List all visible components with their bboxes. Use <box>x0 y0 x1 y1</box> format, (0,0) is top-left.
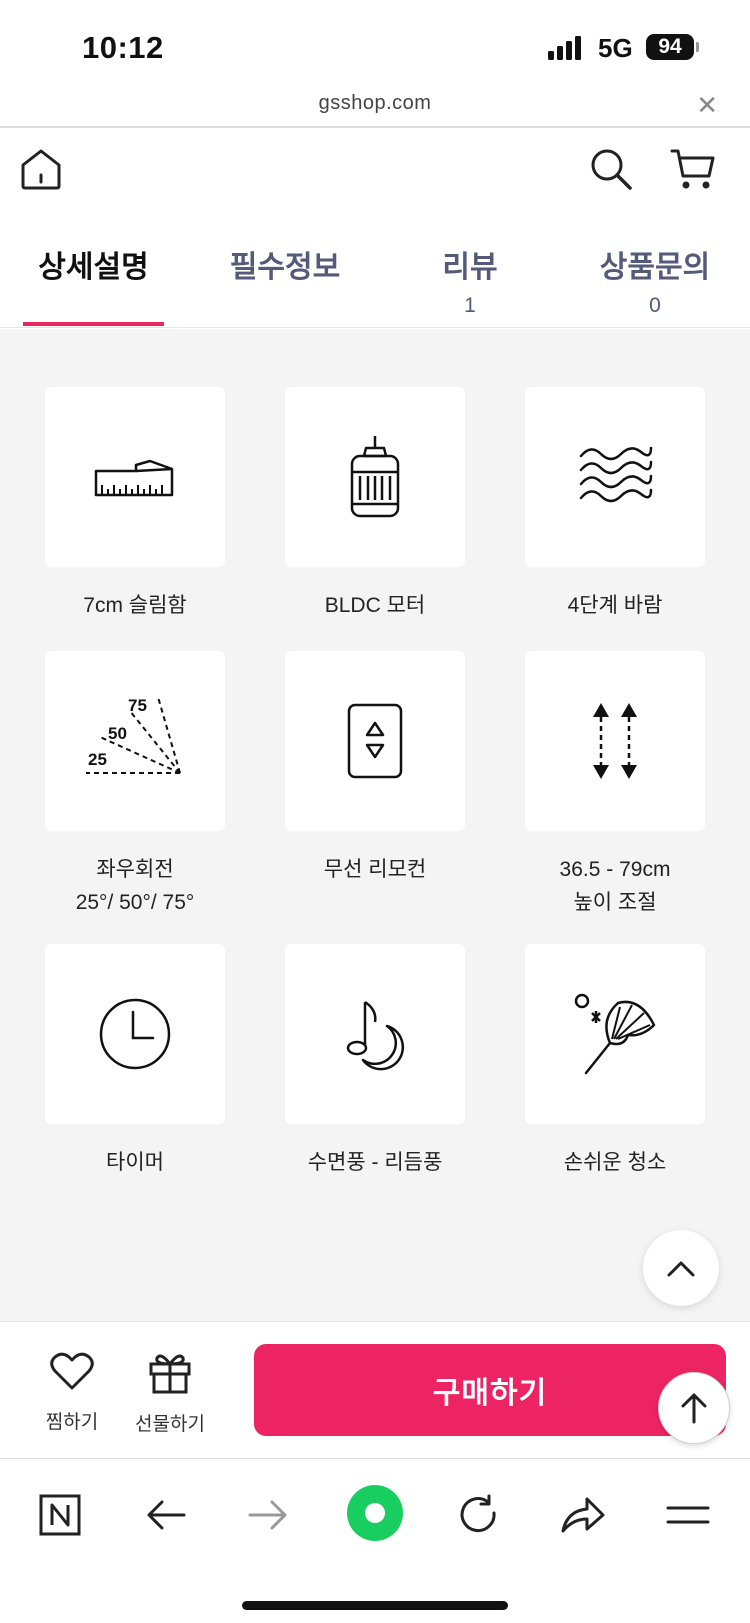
heart-icon <box>50 1352 94 1390</box>
feature-item: 25 50 75 좌우회전 25°/ 50°/ 75° <box>15 651 255 919</box>
share-icon[interactable] <box>555 1487 611 1543</box>
battery-icon: 94 <box>646 34 694 60</box>
feature-icon-box <box>45 944 225 1124</box>
feature-label-line2: 높이 조절 <box>573 891 657 914</box>
motor-icon <box>350 436 400 518</box>
cleaning-brush-icon <box>574 993 656 1075</box>
tab-product-qna[interactable]: 상품문의 0 <box>585 242 725 318</box>
feature-icon-box <box>45 387 225 567</box>
feature-label: 4단계 바람 <box>567 594 663 617</box>
app-header <box>0 130 750 220</box>
purchase-action-bar: 찜하기 선물하기 구매하기 <box>0 1321 750 1457</box>
tab-label: 리뷰 <box>442 251 498 284</box>
feature-item: 손쉬운 청소 <box>495 944 735 1179</box>
feature-label: BLDC 모터 <box>324 594 426 617</box>
angle-label: 25 <box>88 750 107 769</box>
tab-reviews[interactable]: 리뷰 1 <box>410 242 530 318</box>
feature-label: 7cm 슬림함 <box>83 594 187 617</box>
feature-icon-box: 25 50 75 <box>45 651 225 831</box>
feature-item: 7cm 슬림함 <box>15 387 255 622</box>
timer-clock-icon <box>99 998 171 1070</box>
wishlist-button[interactable]: 찜하기 <box>27 1350 117 1434</box>
feature-item: 4단계 바람 <box>495 387 735 622</box>
feature-icon-box <box>285 944 465 1124</box>
feature-icon-box <box>285 651 465 831</box>
naver-n-icon[interactable] <box>32 1487 88 1543</box>
close-icon[interactable]: ✕ <box>696 90 718 121</box>
battery-nub <box>696 42 699 52</box>
tab-count: 0 <box>649 294 661 317</box>
back-arrow-icon[interactable] <box>138 1487 194 1543</box>
network-type: 5G <box>598 33 633 63</box>
height-arrows-icon <box>593 703 637 779</box>
scroll-top-button[interactable] <box>658 1372 730 1444</box>
signal-icon <box>548 36 581 60</box>
tab-active-indicator <box>23 322 164 326</box>
arrow-up-icon <box>681 1393 707 1424</box>
url-bar[interactable]: gsshop.com ✕ <box>0 88 750 128</box>
status-bar: 10:12 5G 94 <box>0 0 750 90</box>
home-indicator <box>242 1601 508 1610</box>
refresh-icon[interactable] <box>450 1487 506 1543</box>
gift-label: 선물하기 <box>135 1414 205 1435</box>
feature-item: BLDC 모터 <box>255 387 495 622</box>
feature-label: 타이머 <box>106 1151 164 1174</box>
feature-label: 36.5 - 79cm 높이 조절 <box>495 853 735 919</box>
wishlist-label: 찜하기 <box>45 1412 99 1433</box>
feature-label-line1: 36.5 - 79cm <box>559 858 671 881</box>
feature-label: 손쉬운 청소 <box>563 1151 667 1174</box>
feature-item: 36.5 - 79cm 높이 조절 <box>495 651 735 919</box>
rotation-angle-icon: 25 50 75 <box>86 696 181 774</box>
tab-count: 1 <box>464 294 476 317</box>
browser-toolbar <box>0 1458 750 1623</box>
feature-label: 무선 리모컨 <box>323 858 427 881</box>
chevron-up-icon <box>667 1261 695 1277</box>
feature-item: 타이머 <box>15 944 255 1179</box>
gift-icon <box>149 1354 191 1394</box>
url-text[interactable]: gsshop.com <box>0 92 750 115</box>
menu-icon[interactable] <box>660 1487 716 1543</box>
feature-icon-box <box>285 387 465 567</box>
buy-button[interactable]: 구매하기 <box>254 1344 726 1436</box>
search-icon[interactable] <box>588 146 638 196</box>
tab-label: 상세설명 <box>38 251 149 284</box>
feature-label-line1: 좌우회전 <box>96 858 174 881</box>
angle-label: 50 <box>108 724 127 743</box>
tab-required-info[interactable]: 필수정보 <box>210 242 360 286</box>
forward-arrow-icon[interactable] <box>240 1487 296 1543</box>
product-detail-content: 7cm 슬림함 BLDC 모터 4단계 바람 25 50 75 좌우회전 25°… <box>0 329 750 1321</box>
tab-detail[interactable]: 상세설명 <box>23 242 164 286</box>
tab-label: 필수정보 <box>229 251 341 284</box>
tab-label: 상품문의 <box>599 251 711 284</box>
ruler-icon <box>94 459 174 497</box>
music-moon-icon <box>346 1000 405 1071</box>
feature-label: 수면풍 - 리듬풍 <box>307 1151 443 1174</box>
feature-icon-box <box>525 387 705 567</box>
gift-button[interactable]: 선물하기 <box>125 1350 215 1436</box>
feature-icon-box <box>525 944 705 1124</box>
feature-label-line2: 25°/ 50°/ 75° <box>75 891 195 914</box>
feature-item: 수면풍 - 리듬풍 <box>255 944 495 1179</box>
scroll-top-button[interactable] <box>643 1230 719 1306</box>
angle-label: 75 <box>128 696 147 715</box>
feature-icon-box <box>525 651 705 831</box>
detail-tabs: 상세설명 필수정보 리뷰 1 상품문의 0 <box>0 232 750 328</box>
green-dot-icon[interactable] <box>345 1483 405 1543</box>
status-time: 10:12 <box>82 30 164 65</box>
remote-control-icon <box>347 703 403 779</box>
wind-waves-icon <box>579 446 653 503</box>
cart-icon[interactable] <box>669 146 719 196</box>
feature-item: 무선 리모컨 <box>255 651 495 886</box>
home-icon[interactable] <box>18 146 68 196</box>
feature-label: 좌우회전 25°/ 50°/ 75° <box>15 853 255 919</box>
